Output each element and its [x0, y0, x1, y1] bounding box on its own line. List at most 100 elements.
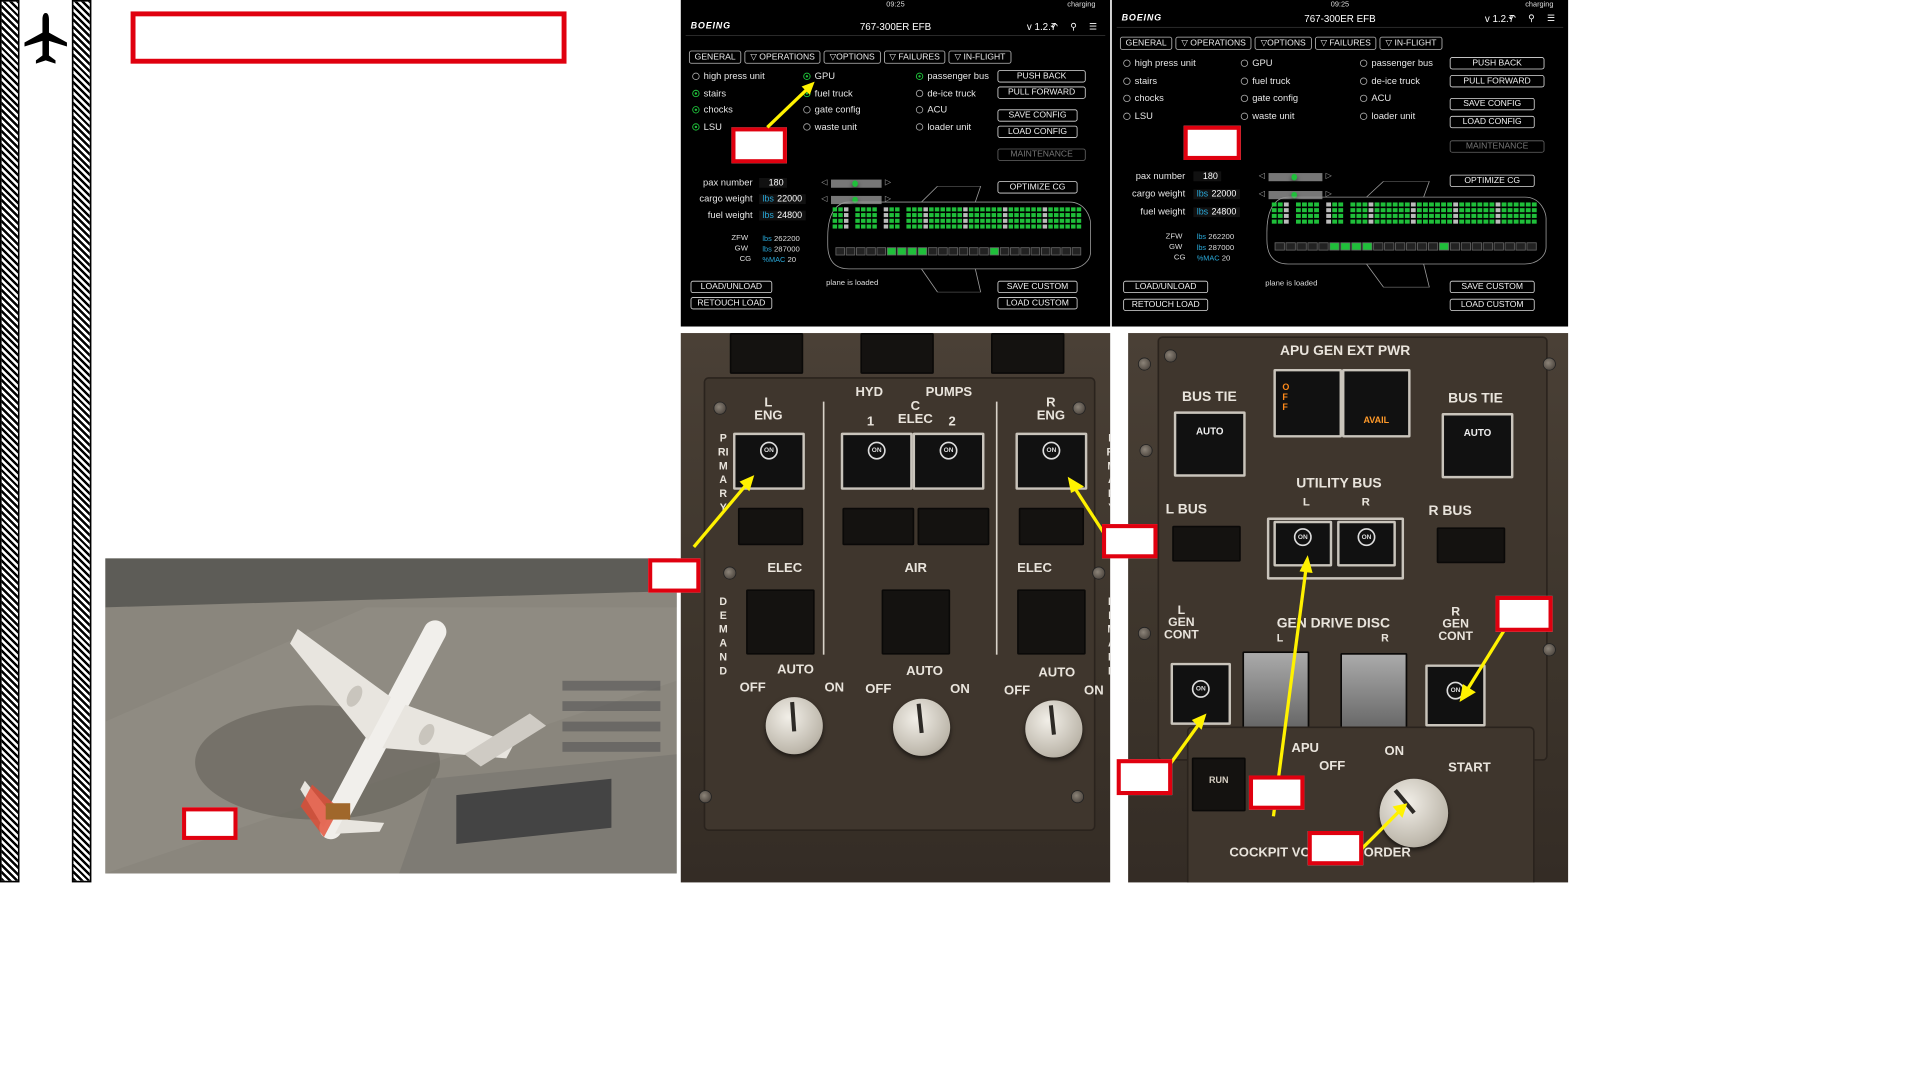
- callout-box-r-gen-cont: [1495, 595, 1553, 632]
- zfw-value: 262200: [773, 234, 800, 244]
- zfw-label: ZFW: [1165, 231, 1183, 241]
- efb-panel-right: 09:25 charging BOEING 767-300ER EFB v 1.…: [1111, 0, 1569, 327]
- pax-number-value[interactable]: 180: [759, 177, 787, 188]
- callout-arrow-apu: [1360, 803, 1408, 851]
- r-demand-pump-knob[interactable]: [1025, 700, 1083, 758]
- callout-box-l-gen-cont: [1116, 759, 1173, 796]
- pull-forward-button[interactable]: PULL FORWARD: [997, 86, 1086, 99]
- efb-tabs: GENERAL ▽ OPERATIONS ▽OPTIONS ▽ FAILURES…: [1119, 36, 1560, 50]
- l-demand-pump-knob[interactable]: [765, 697, 823, 755]
- load-config-button[interactable]: LOAD CONFIG: [1449, 115, 1535, 129]
- toolbar-icons[interactable]: ↶ ⚲ ☰: [1050, 21, 1102, 32]
- option-loader-unit[interactable]: loader unit: [915, 122, 971, 132]
- option-passenger-bus[interactable]: passenger bus: [915, 72, 989, 82]
- bus-tie-left-switch[interactable]: AUTO: [1173, 411, 1246, 477]
- toolbar-icons[interactable]: ↶ ⚲ ☰: [1508, 13, 1560, 24]
- save-config-button[interactable]: SAVE CONFIG: [1449, 97, 1535, 111]
- r-eng-label: R ENG: [1036, 395, 1066, 423]
- radio-icon: [692, 106, 700, 114]
- title-placeholder-box: [130, 11, 567, 64]
- c-elec-2-switch[interactable]: ON: [912, 432, 985, 490]
- tab-operations[interactable]: ▽ OPERATIONS: [1175, 36, 1252, 50]
- radio-icon: [692, 89, 700, 97]
- option-high-press-unit[interactable]: high press unit: [692, 72, 765, 82]
- load-custom-button[interactable]: LOAD CUSTOM: [1449, 298, 1535, 312]
- r-bus-label: R BUS: [1428, 502, 1472, 519]
- load-unload-button[interactable]: LOAD/UNLOAD: [1123, 280, 1209, 294]
- push-back-button[interactable]: PUSH BACK: [997, 70, 1086, 83]
- pax-decrease-arrow[interactable]: ◁: [1259, 171, 1265, 180]
- option-stairs[interactable]: stairs: [692, 89, 726, 98]
- option-gate-config[interactable]: gate config: [1240, 94, 1298, 104]
- option-lsu[interactable]: LSU: [1123, 111, 1153, 121]
- ext-pwr-switch[interactable]: AVAIL: [1341, 368, 1411, 438]
- radio-icon: [1359, 77, 1368, 85]
- load-custom-button[interactable]: LOAD CUSTOM: [997, 297, 1078, 310]
- option-chocks[interactable]: chocks: [1123, 94, 1164, 104]
- tab-options[interactable]: ▽OPTIONS: [823, 50, 881, 64]
- cg-label: CG: [739, 254, 752, 264]
- gw-unit: lbs: [1196, 243, 1207, 252]
- tab-failures[interactable]: ▽ FAILURES: [883, 50, 946, 64]
- option-lsu[interactable]: LSU: [692, 122, 722, 132]
- retouch-load-button[interactable]: RETOUCH LOAD: [1123, 298, 1209, 312]
- option-high-press-unit[interactable]: high press unit: [1123, 59, 1196, 69]
- tab-in-flight[interactable]: ▽ IN-FLIGHT: [948, 50, 1012, 64]
- tab-in-flight[interactable]: ▽ IN-FLIGHT: [1379, 36, 1443, 50]
- option-gpu[interactable]: GPU: [1240, 59, 1273, 69]
- cargo-weight-field[interactable]: lbs 22000: [1193, 189, 1240, 200]
- pax-slider[interactable]: [1268, 173, 1323, 182]
- tab-failures[interactable]: ▽ FAILURES: [1314, 36, 1377, 50]
- cargo-weight-field[interactable]: lbs 22000: [759, 194, 806, 205]
- option-chocks[interactable]: chocks: [692, 105, 733, 115]
- radio-icon: [692, 72, 700, 80]
- fuel-weight-field[interactable]: lbs 24800: [759, 210, 806, 221]
- gw-label: GW: [1168, 242, 1183, 252]
- gw-label: GW: [734, 244, 749, 254]
- radio-icon: [1123, 94, 1131, 103]
- option-fuel-truck[interactable]: fuel truck: [1240, 76, 1290, 86]
- option-de-ice-truck[interactable]: de-ice truck: [1359, 76, 1420, 86]
- utility-bus-r-switch[interactable]: ON: [1337, 520, 1396, 567]
- cargo-weight-label: cargo weight: [699, 194, 753, 205]
- option-acu[interactable]: ACU: [1359, 94, 1391, 104]
- apu-gen-switch[interactable]: OFF: [1273, 368, 1342, 438]
- save-config-button[interactable]: SAVE CONFIG: [997, 109, 1078, 122]
- pull-forward-button[interactable]: PULL FORWARD: [1449, 75, 1545, 88]
- option-loader-unit[interactable]: loader unit: [1359, 111, 1415, 121]
- air-demand-pump-knob[interactable]: [893, 698, 951, 756]
- load-unload-button[interactable]: LOAD/UNLOAD: [690, 280, 773, 294]
- option-stairs[interactable]: stairs: [1123, 76, 1157, 86]
- pax-number-value[interactable]: 180: [1193, 171, 1222, 182]
- retouch-load-button[interactable]: RETOUCH LOAD: [690, 297, 773, 310]
- c-elec-1-switch[interactable]: ON: [840, 432, 913, 490]
- option-passenger-bus[interactable]: passenger bus: [1359, 59, 1433, 69]
- maintenance-button[interactable]: MAINTENANCE: [1449, 140, 1545, 153]
- l-gen-cont-label: L GEN CONT: [1164, 603, 1199, 642]
- bus-tie-right-switch[interactable]: AUTO: [1441, 413, 1514, 479]
- tab-general[interactable]: GENERAL: [688, 50, 742, 64]
- option-de-ice-truck[interactable]: de-ice truck: [915, 89, 976, 98]
- tab-options[interactable]: ▽OPTIONS: [1254, 36, 1312, 50]
- l-eng-label: L ENG: [754, 395, 783, 423]
- l-bus-light: [1172, 525, 1241, 562]
- push-back-button[interactable]: PUSH BACK: [1449, 57, 1545, 70]
- r-bus-light: [1436, 527, 1506, 564]
- cg-value: 20: [1221, 253, 1231, 263]
- sidebar-stripe-left: [0, 0, 20, 883]
- zfw-label: ZFW: [731, 233, 749, 243]
- tab-operations[interactable]: ▽ OPERATIONS: [744, 50, 821, 64]
- tab-general[interactable]: GENERAL: [1119, 36, 1173, 50]
- pax-increase-arrow[interactable]: ▷: [1326, 171, 1332, 180]
- radio-icon: [1123, 112, 1131, 120]
- gen-drive-disc-r-guard[interactable]: [1340, 653, 1408, 732]
- option-waste-unit[interactable]: waste unit: [1240, 111, 1294, 121]
- charging-indicator: charging: [1067, 0, 1096, 9]
- maintenance-button[interactable]: MAINTENANCE: [997, 148, 1086, 161]
- option-acu[interactable]: ACU: [915, 105, 947, 115]
- efb-title: 767-300ER EFB: [859, 21, 932, 33]
- fuel-weight-field[interactable]: lbs 24800: [1193, 207, 1240, 218]
- l-bus-label: L BUS: [1165, 501, 1208, 517]
- load-config-button[interactable]: LOAD CONFIG: [997, 125, 1078, 138]
- elec-label-right: ELEC: [1017, 561, 1052, 576]
